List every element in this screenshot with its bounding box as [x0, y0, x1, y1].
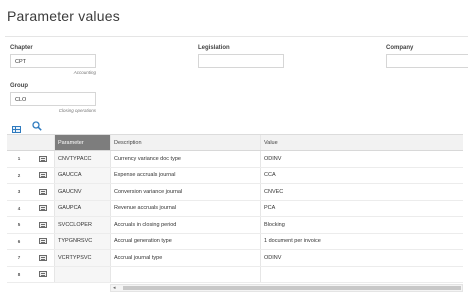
row-parameter[interactable]: SVCCLOPER [54, 217, 110, 233]
legislation-label: Legislation [198, 45, 230, 51]
header-description[interactable]: Description [110, 135, 260, 150]
row-number: 8 [17, 271, 21, 277]
row-number: 1 [17, 156, 21, 162]
chapter-caption: Accounting [73, 70, 96, 75]
group-field[interactable]: CLO [10, 92, 96, 106]
table-row[interactable]: 2 GAUCCA Expense accruals journal CCA [7, 167, 463, 184]
row-description: Conversion variance journal [110, 184, 260, 200]
legislation-field[interactable] [198, 54, 284, 68]
row-number: 5 [17, 222, 21, 228]
table-row[interactable]: 8 [7, 266, 463, 283]
row-detail-icon[interactable] [31, 267, 54, 283]
scroll-left-icon[interactable]: ◂ [113, 285, 116, 291]
table-row[interactable]: 5 SVCCLOPER Accruals in closing period B… [7, 217, 463, 234]
row-detail-icon[interactable] [31, 201, 54, 217]
parameter-grid: Parameter Description Value 1 CNVTYPACC … [7, 134, 463, 283]
chapter-field[interactable]: CPT [10, 54, 96, 68]
row-detail-icon[interactable] [31, 234, 54, 250]
parameter-form: Chapter CPT Accounting Legislation Compa… [5, 36, 468, 114]
row-detail-icon[interactable] [31, 168, 54, 184]
table-row[interactable]: 3 GAUCNV Conversion variance journal CNV… [7, 184, 463, 201]
scrollbar-thumb[interactable] [123, 286, 461, 290]
chapter-label: Chapter [10, 45, 33, 51]
row-description: Accrual generation type [110, 233, 260, 249]
row-description: Expense accruals journal [110, 167, 260, 183]
company-label: Company [386, 45, 414, 51]
row-detail-icon[interactable] [31, 217, 54, 233]
row-parameter[interactable] [54, 266, 110, 282]
row-value[interactable]: ODINV [260, 250, 463, 266]
header-icon [31, 135, 54, 150]
row-description: Accruals in closing period [110, 217, 260, 233]
row-parameter[interactable]: GAUCNV [54, 184, 110, 200]
row-description [110, 266, 260, 282]
header-parameter[interactable]: Parameter [54, 135, 110, 150]
group-label: Group [10, 83, 28, 89]
table-row[interactable]: 7 VCRTYPSVC Accrual journal type ODINV [7, 250, 463, 267]
row-value[interactable]: ODINV [260, 151, 463, 167]
table-row[interactable]: 1 CNVTYPACC Currency variance doc type O… [7, 151, 463, 168]
row-value[interactable]: CCA [260, 167, 463, 183]
row-description: Revenue accruals journal [110, 200, 260, 216]
group-caption: Closing operations [58, 108, 96, 113]
grid-header: Parameter Description Value [7, 135, 463, 151]
row-parameter[interactable]: TYPGNRSVC [54, 233, 110, 249]
table-row[interactable]: 4 GAUPCA Revenue accruals journal PCA [7, 200, 463, 217]
header-value[interactable]: Value [260, 135, 463, 150]
row-detail-icon[interactable] [31, 250, 54, 266]
horizontal-scrollbar[interactable]: ◂ [110, 284, 463, 292]
row-value[interactable]: CNVEC [260, 184, 463, 200]
row-number: 6 [17, 238, 21, 244]
row-value[interactable]: 1 document per invoice [260, 233, 463, 249]
row-number: 2 [17, 172, 21, 178]
row-parameter[interactable]: VCRTYPSVC [54, 250, 110, 266]
row-parameter[interactable]: GAUPCA [54, 200, 110, 216]
table-row[interactable]: 6 TYPGNRSVC Accrual generation type 1 do… [7, 233, 463, 250]
row-description: Currency variance doc type [110, 151, 260, 167]
row-value[interactable]: PCA [260, 200, 463, 216]
row-value[interactable] [260, 266, 463, 282]
row-value[interactable]: Blocking [260, 217, 463, 233]
row-parameter[interactable]: CNVTYPACC [54, 151, 110, 167]
row-parameter[interactable]: GAUCCA [54, 167, 110, 183]
row-detail-icon[interactable] [31, 184, 54, 200]
page-title: Parameter values [7, 8, 120, 24]
header-num [7, 135, 31, 150]
row-detail-icon[interactable] [31, 151, 54, 167]
row-number: 7 [17, 255, 21, 261]
row-number: 4 [17, 205, 21, 211]
row-number: 3 [17, 189, 21, 195]
company-field[interactable] [386, 54, 468, 68]
row-description: Accrual journal type [110, 250, 260, 266]
